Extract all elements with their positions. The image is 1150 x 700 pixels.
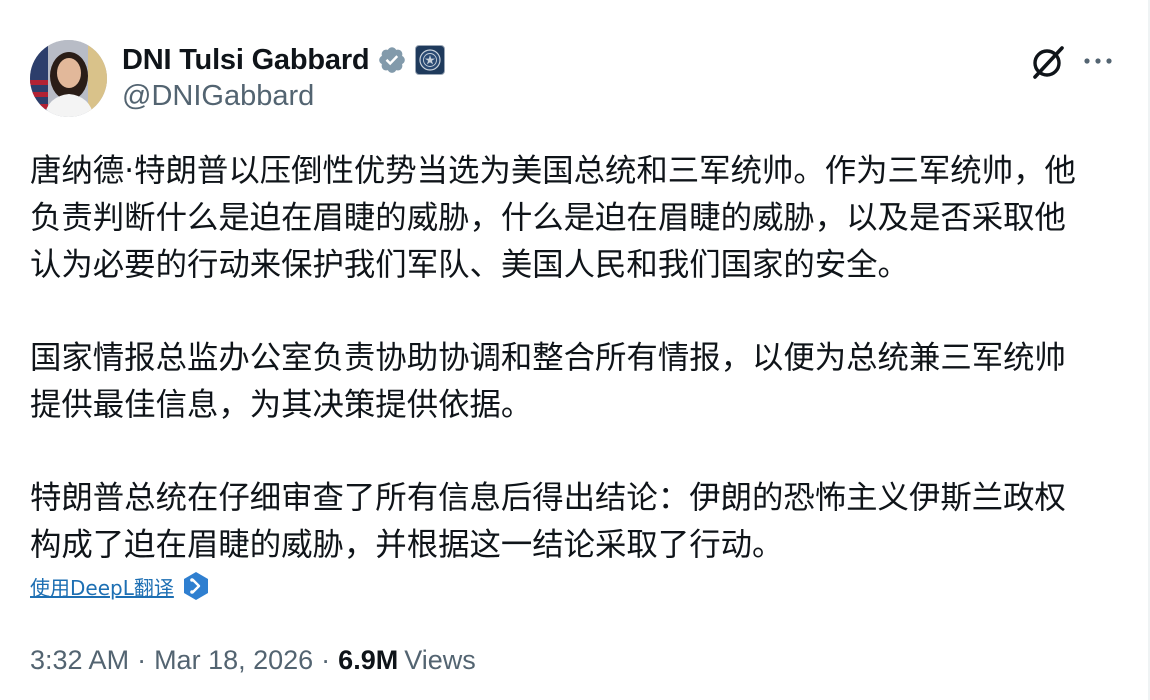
tweet-paragraph-3: 特朗普总统在仔细审查了所有信息后得出结论：伊朗的恐怖主义伊斯兰政权 构成了迫在眉… (30, 480, 1066, 563)
meta-separator: · (137, 644, 147, 675)
post-time[interactable]: 3:32 AM (30, 645, 129, 676)
views-count: 6.9M (338, 644, 399, 675)
author-name-row: DNI Tulsi Gabbard (122, 40, 446, 80)
translate-link[interactable]: 使用DeepL翻译 (30, 570, 210, 602)
grok-icon[interactable] (1028, 42, 1068, 82)
meta-separator: · (321, 644, 331, 675)
verified-badge-icon[interactable] (377, 45, 407, 75)
views-label: Views (404, 644, 476, 675)
deepl-icon[interactable] (182, 571, 210, 601)
tweet-text: 唐纳德·特朗普以压倒性优势当选为美国总统和三军统帅。作为三军统帅，他 负责判断什… (30, 148, 1125, 615)
tweet-paragraph-2: 国家情报总监办公室负责协助协调和整合所有情报，以便为总统兼三军统帅 提供最佳信息… (30, 340, 1066, 423)
author-handle[interactable]: @DNIGabbard (122, 80, 314, 113)
tweet-metadata: 3:32 AM · Mar 18, 2026 · 6.9M Views (30, 642, 476, 678)
post-date[interactable]: Mar 18, 2026 (154, 645, 313, 676)
tweet-container: DNI Tulsi Gabbard @DNIGabbard 唐纳德·特朗普以压倒… (0, 0, 1150, 700)
more-options-icon[interactable] (1080, 46, 1116, 76)
tweet-paragraph-1: 唐纳德·特朗普以压倒性优势当选为美国总统和三军统帅。作为三军统帅，他 负责判断什… (30, 153, 1076, 283)
author-display-name[interactable]: DNI Tulsi Gabbard (122, 44, 370, 77)
affiliation-seal-icon[interactable] (415, 45, 446, 75)
avatar[interactable] (30, 40, 107, 117)
translate-label[interactable]: 使用DeepL翻译 (30, 572, 174, 601)
